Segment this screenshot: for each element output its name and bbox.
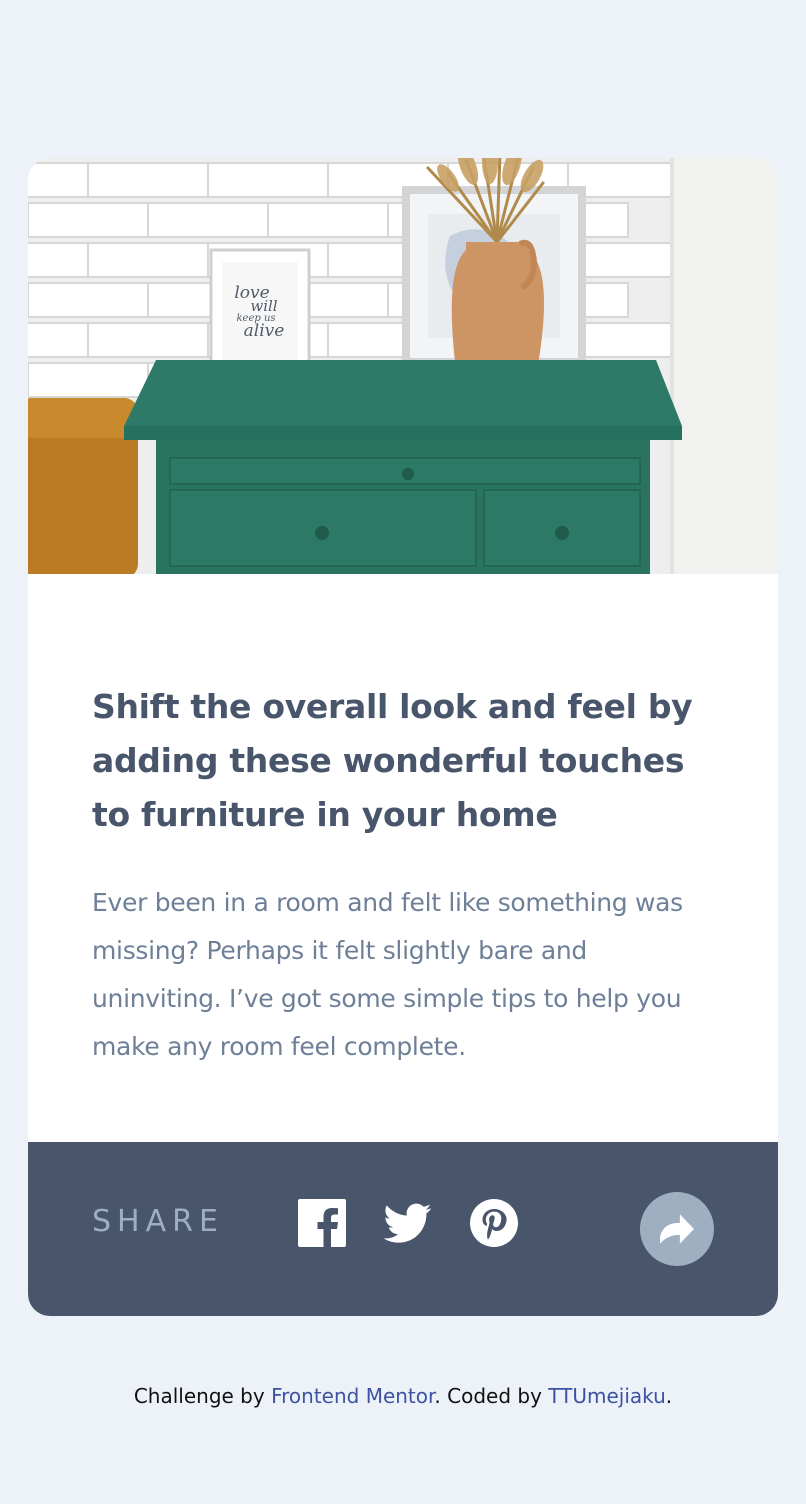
article-card: love will keep us alive Shift the overal…	[28, 158, 778, 1316]
share-arrow-icon	[660, 1214, 694, 1244]
drawers-photo: love will keep us alive	[28, 158, 778, 574]
author-link[interactable]: TTUmejiaku	[548, 1384, 666, 1408]
footer-prefix: Challenge by	[133, 1384, 272, 1408]
attribution-footer: Challenge by Frontend Mentor. Coded by T…	[0, 1382, 806, 1410]
footer-suffix: .	[665, 1384, 673, 1408]
card-content: Shift the overall look and feel by addin…	[92, 680, 712, 1071]
frame-text-4: alive	[244, 321, 285, 341]
share-label: SHARE	[92, 1204, 224, 1239]
twitter-icon[interactable]	[384, 1199, 432, 1247]
footer-middle: . Coded by	[434, 1384, 549, 1408]
article-title: Shift the overall look and feel by addin…	[92, 687, 693, 834]
share-button[interactable]	[640, 1192, 714, 1266]
facebook-icon[interactable]	[298, 1199, 346, 1247]
pinterest-icon[interactable]	[470, 1199, 518, 1247]
frontend-mentor-link[interactable]: Frontend Mentor	[271, 1384, 434, 1408]
article-description: Ever been in a room and felt like someth…	[92, 888, 683, 1061]
share-bar: SHARE	[28, 1142, 778, 1316]
